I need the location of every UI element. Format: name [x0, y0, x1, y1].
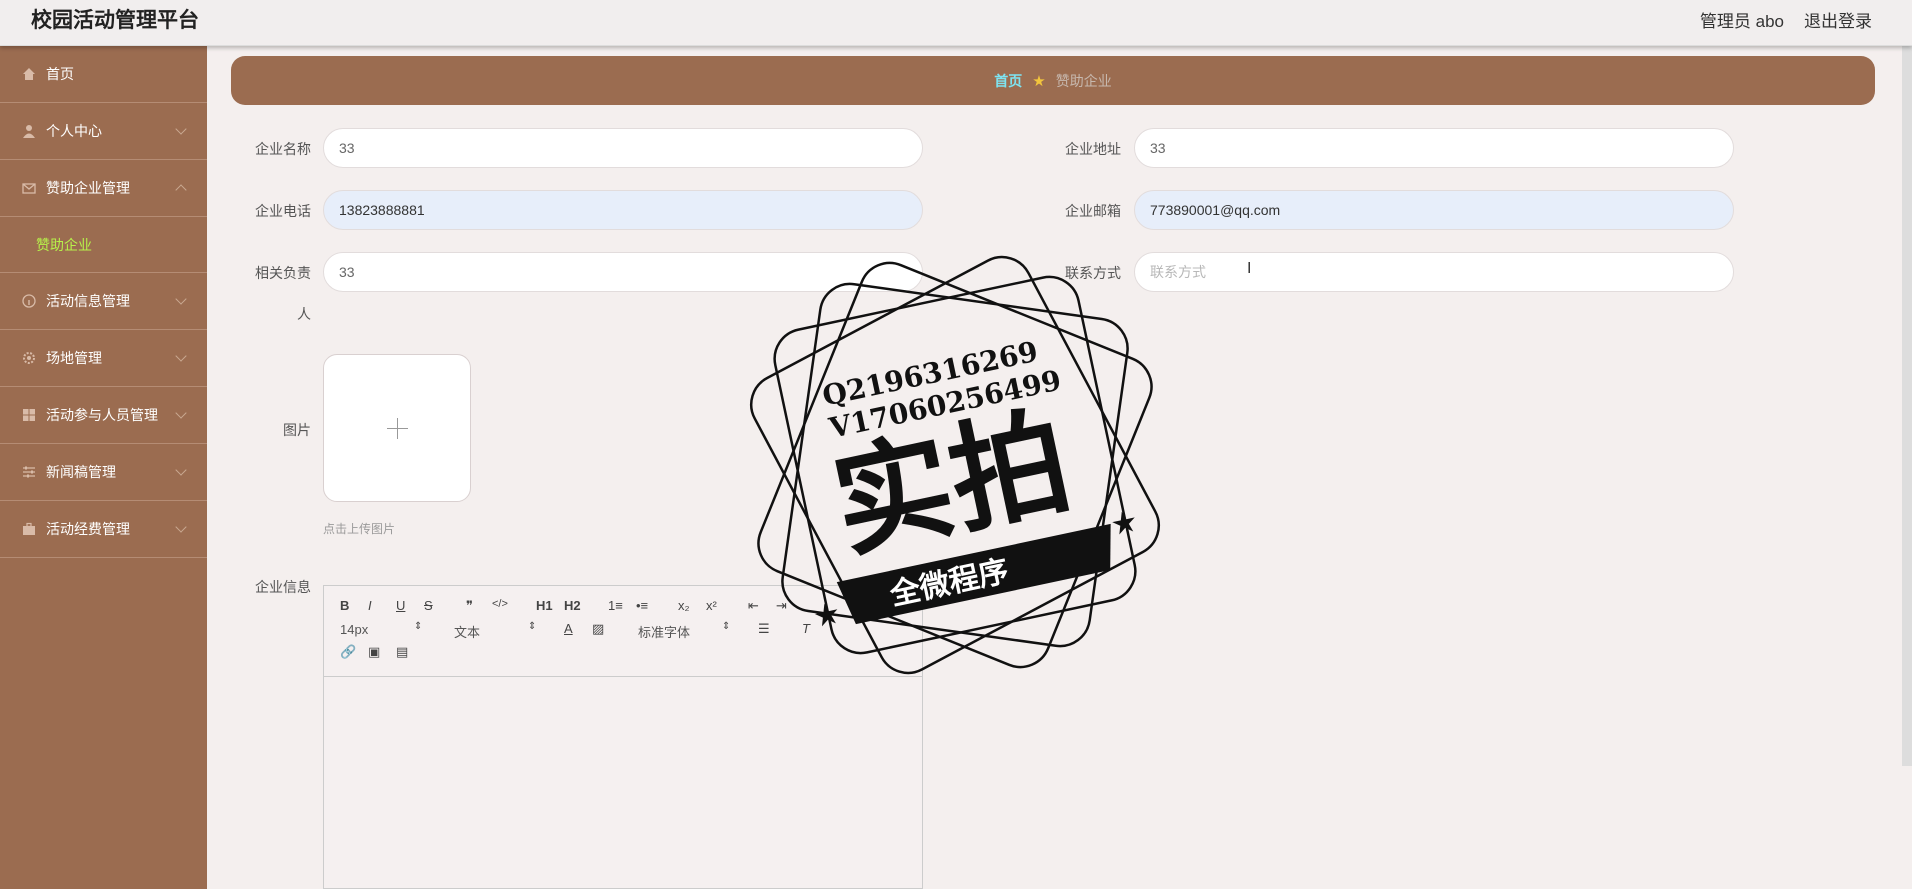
chevron-up-icon	[175, 184, 187, 196]
text-cursor-icon: I	[1247, 260, 1252, 277]
sidebar-item-funding[interactable]: 活动经费管理	[0, 501, 207, 558]
company-email-label: 企业邮箱	[1065, 203, 1121, 219]
bold-button[interactable]: B	[340, 598, 349, 613]
watermark-stamp: Q2196316269 V17060256499 实拍 全微程序 ★ ★	[750, 255, 1160, 675]
sidebar-subitem-sponsor[interactable]: 赞助企业	[0, 217, 207, 273]
sidebar-item-participants[interactable]: 活动参与人员管理	[0, 387, 207, 444]
bullet-list-button[interactable]: •≡	[636, 598, 648, 613]
sidebar-item-activity-info[interactable]: 活动信息管理	[0, 273, 207, 330]
app-title: 校园活动管理平台	[31, 9, 199, 32]
grid-icon	[23, 409, 35, 421]
chevron-down-icon	[175, 464, 187, 476]
image-label: 图片	[283, 422, 311, 438]
sidebar-item-label: 活动参与人员管理	[46, 407, 158, 423]
upload-tip: 点击上传图片	[323, 522, 396, 536]
gear-icon	[23, 352, 35, 364]
image-icon[interactable]: ▣	[368, 644, 380, 660]
sidebar-item-venue[interactable]: 场地管理	[0, 330, 207, 387]
select-arrows-icon: ⇕	[528, 621, 537, 632]
chevron-down-icon	[175, 293, 187, 305]
link-icon[interactable]: 🔗	[340, 644, 356, 660]
code-button[interactable]: </>	[492, 598, 508, 610]
sidebar-item-news[interactable]: 新闻稿管理	[0, 444, 207, 501]
select-arrows-icon: ⇕	[722, 621, 731, 632]
video-icon[interactable]: ▤	[396, 644, 408, 660]
chevron-down-icon	[175, 407, 187, 419]
blockquote-button[interactable]: ❞	[466, 598, 473, 614]
contact-method-input[interactable]: 联系方式	[1134, 252, 1734, 292]
mail-icon	[22, 183, 36, 194]
breadcrumb-current: 赞助企业	[1055, 72, 1112, 89]
italic-button[interactable]: I	[368, 598, 372, 613]
company-name-input[interactable]: 33	[323, 128, 923, 168]
sidebar-item-personal-center[interactable]: 个人中心	[0, 103, 207, 160]
contact-person-label: 相关负责	[255, 265, 311, 281]
user-label: 管理员 abo	[1699, 12, 1784, 31]
superscript-button[interactable]: x²	[706, 598, 717, 613]
sidebar-item-label: 活动经费管理	[46, 521, 130, 537]
underline-button[interactable]: U	[396, 598, 405, 613]
sliders-icon	[23, 466, 35, 478]
strike-button[interactable]: S	[424, 598, 433, 613]
h2-button[interactable]: H2	[564, 598, 581, 613]
sidebar-item-label: 个人中心	[46, 123, 102, 139]
svg-text:★: ★	[1108, 505, 1141, 543]
ordered-list-button[interactable]: 1≡	[608, 598, 623, 613]
font-size-select[interactable]: 14px	[340, 622, 368, 637]
company-email-input[interactable]: 773890001@qq.com	[1134, 190, 1734, 230]
sidebar-item-sponsor-management[interactable]: 赞助企业管理	[0, 160, 207, 217]
sidebar-item-label: 赞助企业管理	[46, 180, 130, 196]
contact-person-label-cont: 人	[297, 306, 311, 322]
company-name-label: 企业名称	[255, 141, 311, 157]
sidebar-item-label: 场地管理	[46, 350, 102, 366]
text-type-select[interactable]: 文本	[454, 622, 480, 641]
breadcrumb-home[interactable]: 首页	[994, 71, 1022, 91]
svg-text:★: ★	[810, 596, 843, 634]
scrollbar[interactable]	[1902, 46, 1912, 766]
company-phone-input[interactable]: 13823888881	[323, 190, 923, 230]
info-icon	[22, 294, 36, 308]
select-arrows-icon: ⇕	[414, 621, 423, 632]
font-family-select[interactable]: 标准字体	[638, 622, 690, 641]
user-icon	[23, 125, 35, 138]
h1-button[interactable]: H1	[536, 598, 553, 613]
company-address-input[interactable]: 33	[1134, 128, 1734, 168]
sidebar-item-label: 活动信息管理	[46, 293, 130, 309]
sidebar-item-home[interactable]: 首页	[0, 46, 207, 103]
company-address-label: 企业地址	[1065, 141, 1121, 157]
home-icon	[23, 68, 35, 80]
background-color-icon[interactable]: ▨	[592, 621, 604, 637]
briefcase-icon	[23, 522, 35, 535]
star-icon: ★	[1032, 72, 1046, 90]
sidebar-item-label: 首页	[46, 66, 74, 82]
company-info-label: 企业信息	[255, 579, 311, 595]
font-color-icon[interactable]: A	[564, 621, 573, 636]
image-upload[interactable]	[323, 354, 471, 502]
chevron-down-icon	[175, 521, 187, 533]
sidebar-item-label: 新闻稿管理	[46, 464, 116, 480]
top-bar: 校园活动管理平台 管理员 abo 退出登录	[0, 0, 1912, 46]
company-phone-label: 企业电话	[255, 203, 311, 219]
logout-link[interactable]: 退出登录	[1804, 7, 1872, 32]
sidebar: 首页 个人中心 赞助企业管理 赞助企业 活动信息管理 场地管理 活动参与人员管理…	[0, 46, 207, 889]
subscript-button[interactable]: x₂	[678, 598, 690, 613]
chevron-down-icon	[175, 123, 187, 135]
breadcrumb: 首页 ★ 赞助企业	[231, 56, 1875, 105]
chevron-down-icon	[175, 350, 187, 362]
